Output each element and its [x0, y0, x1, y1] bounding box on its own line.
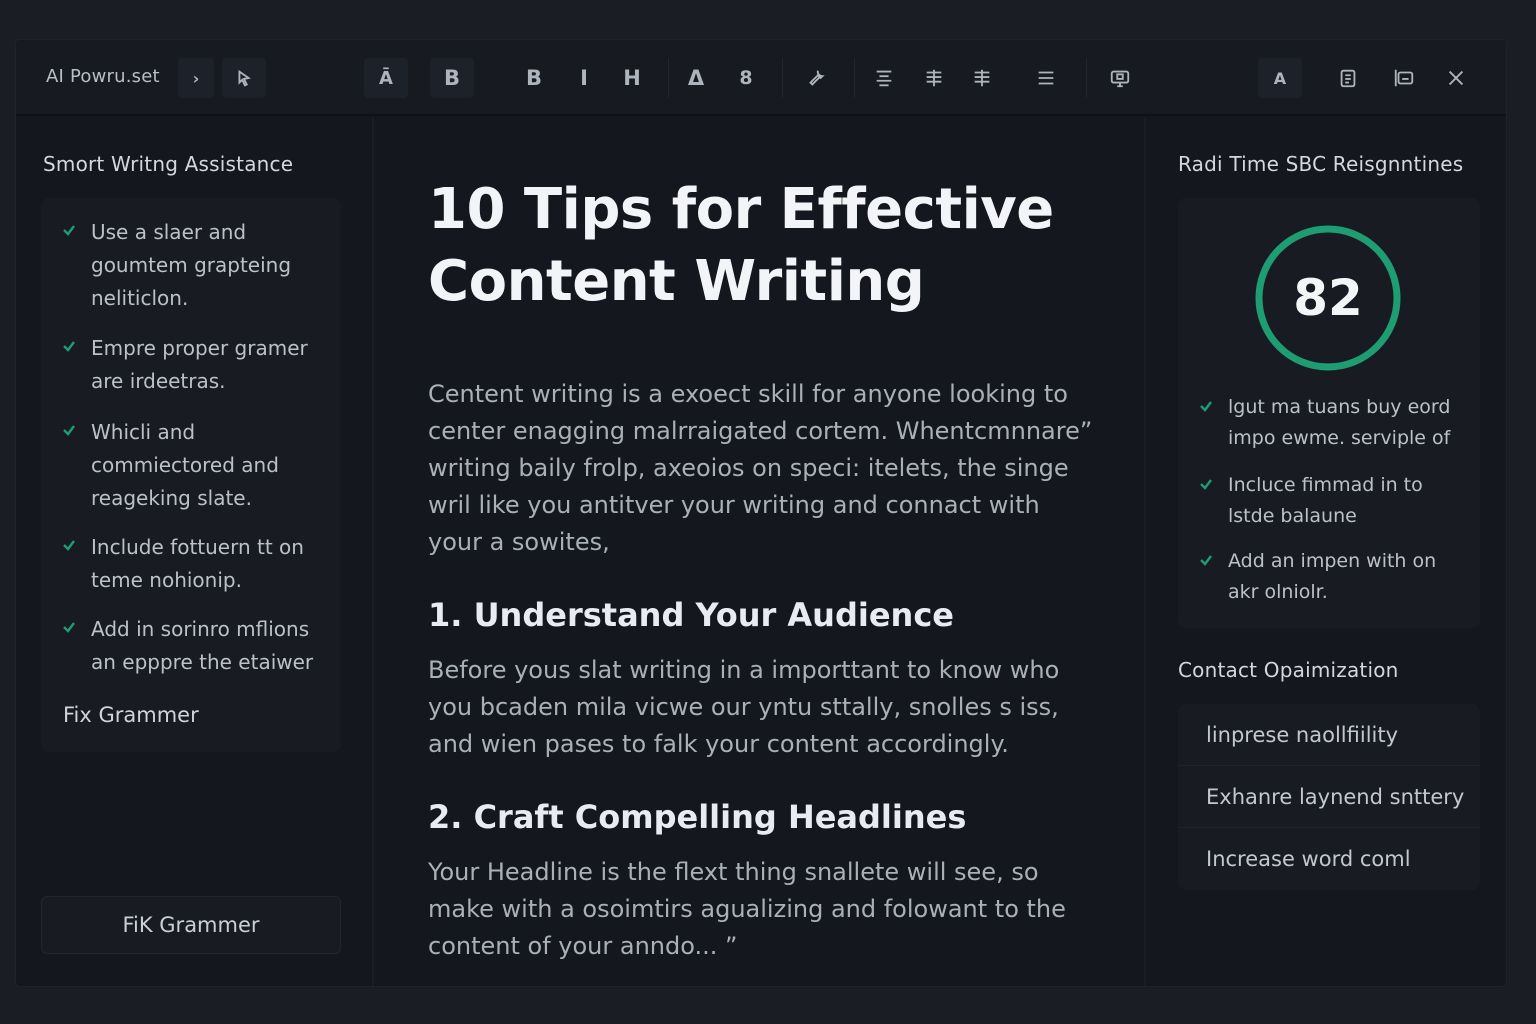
fix-grammar-link[interactable]: Fix Grammer — [63, 703, 199, 727]
suggestion-item[interactable]: Empre proper gramer are irdeetras. — [61, 332, 331, 398]
check-icon — [1198, 552, 1214, 568]
panel-title: Smort Writng Assistance — [43, 152, 294, 176]
fix-grammar-button[interactable]: FiK Grammer — [41, 896, 341, 954]
align-justify-icon[interactable] — [912, 58, 956, 98]
editor-window: AI Powru.set › Ā B B I H Δ 8 A Smort Wri… — [16, 40, 1506, 986]
toolbar: AI Powru.set › Ā B B I H Δ 8 A — [16, 40, 1506, 116]
suggestion-text: Incluce fimmad in to lstde balaune — [1228, 474, 1423, 527]
align-center-icon[interactable] — [862, 58, 906, 98]
bold-boxed-button[interactable]: B — [430, 58, 474, 98]
suggestion-item[interactable]: Include fottuern tt on teme nohionip. — [61, 531, 331, 597]
align-distribute-icon[interactable] — [960, 58, 1004, 98]
check-icon — [1198, 398, 1214, 414]
suggestion-text: Include fottuern tt on teme nohionip. — [91, 535, 304, 592]
wrench-icon[interactable] — [794, 58, 838, 98]
optimization-item[interactable]: linprese naollfiility — [1178, 704, 1480, 766]
monitor-icon[interactable] — [1098, 58, 1142, 98]
check-icon — [1198, 476, 1214, 492]
close-icon[interactable] — [1434, 58, 1478, 98]
suggestion-list: Use a slaer and goumtem grapteing neliti… — [41, 198, 341, 752]
check-icon — [61, 222, 77, 238]
suggestion-text: Use a slaer and goumtem grapteing neliti… — [91, 220, 292, 310]
app-title: AI Powru.set — [46, 66, 160, 87]
suggestion-item[interactable]: Whicli and commiectored and reageking sl… — [61, 416, 331, 515]
list-icon[interactable] — [1024, 58, 1068, 98]
font-format-button[interactable]: Ā — [364, 58, 408, 98]
section-heading: 1. Understand Your Audience — [428, 596, 954, 634]
section-paragraph: Before yous slat writing in a importtant… — [428, 656, 1060, 758]
suggestion-text: Add in sorinro mflions an epppre the eta… — [91, 617, 314, 674]
cursor-icon[interactable] — [222, 58, 266, 98]
suggestion-text: Whicli and commiectored and reageking sl… — [91, 420, 279, 510]
suggestion-text: Empre proper gramer are irdeetras. — [91, 336, 308, 393]
seo-suggestion-item[interactable]: lgut ma tuans buy eord impo ewme. servip… — [1198, 392, 1468, 454]
italic-button[interactable]: I — [562, 58, 606, 98]
optimization-item[interactable]: Exhanre laynend snttery — [1178, 766, 1480, 828]
optimization-item[interactable]: Increase word coml — [1178, 828, 1480, 890]
section-heading: 2. Craft Compelling Headlines — [428, 798, 967, 836]
text-size-button[interactable]: A — [1258, 58, 1302, 98]
toolbar-divider — [1086, 58, 1087, 98]
toolbar-divider — [782, 58, 783, 98]
suggestion-text: Add an impen with on akr olniolr. — [1228, 550, 1437, 603]
panel-title: Radi Time SBC Reisgnntines — [1178, 152, 1464, 176]
seo-suggestion-item[interactable]: Incluce fimmad in to lstde balaune — [1198, 470, 1468, 532]
section-paragraph: Your Headline is the flext thing snallet… — [428, 858, 1066, 960]
toolbar-divider — [668, 58, 669, 98]
layout-icon[interactable] — [1382, 58, 1426, 98]
check-icon — [61, 338, 77, 354]
optimization-list: linprese naollfiility Exhanre laynend sn… — [1178, 704, 1480, 890]
heading-button[interactable]: H — [610, 58, 654, 98]
check-icon — [61, 537, 77, 553]
document-editor[interactable]: 10 Tips for Effective Content Writing Ce… — [376, 118, 1144, 986]
score-card: 82 lgut ma tuans buy eord impo ewme. ser… — [1178, 198, 1480, 628]
check-icon — [61, 619, 77, 635]
clipboard-icon[interactable] — [1326, 58, 1370, 98]
delta-button[interactable]: Δ — [674, 58, 718, 98]
intro-paragraph: Centent writing is a exoect skill for an… — [428, 380, 1093, 556]
toolbar-divider — [854, 58, 855, 98]
check-icon — [61, 422, 77, 438]
chevron-right-icon[interactable]: › — [178, 58, 214, 98]
bold-button[interactable]: B — [512, 58, 556, 98]
score-value: 82 — [1293, 269, 1363, 327]
strike-button[interactable]: 8 — [724, 58, 768, 98]
writing-assistant-panel: Smort Writng Assistance Use a slaer and … — [16, 118, 374, 986]
seo-panel: Radi Time SBC Reisgnntines 82 lgut ma tu… — [1144, 118, 1506, 986]
suggestion-text: lgut ma tuans buy eord impo ewme. servip… — [1228, 396, 1451, 449]
optimization-title: Contact Opaimization — [1178, 658, 1399, 682]
suggestion-item[interactable]: Add in sorinro mflions an epppre the eta… — [61, 613, 331, 679]
seo-suggestion-item[interactable]: Add an impen with on akr olniolr. — [1198, 546, 1468, 608]
suggestion-item[interactable]: Use a slaer and goumtem grapteing neliti… — [61, 216, 331, 315]
document-title: 10 Tips for Effective Content Writing — [428, 177, 1054, 314]
